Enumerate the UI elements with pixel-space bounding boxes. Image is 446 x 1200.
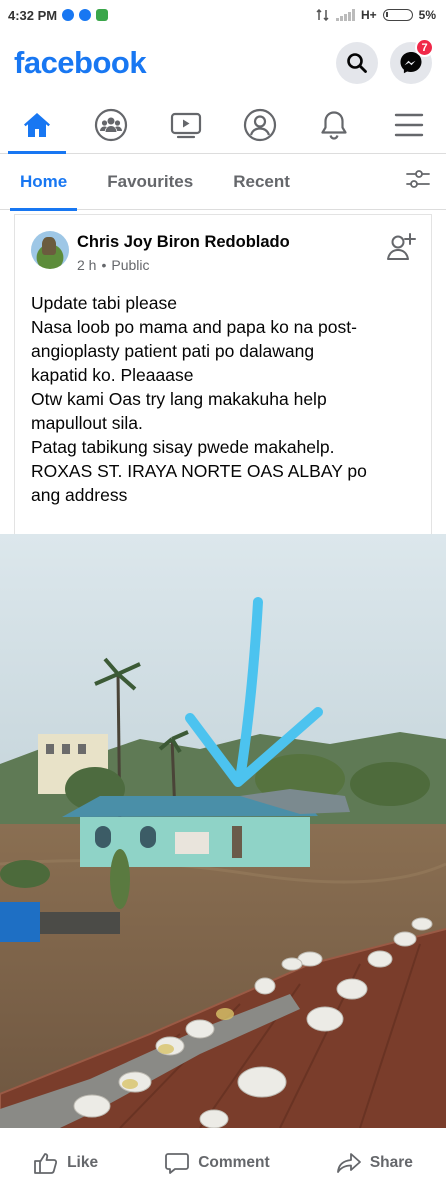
post-actions: Like Comment Share <box>0 1128 446 1200</box>
feed-filters: Home Favourites Recent <box>0 154 446 211</box>
signal-icon <box>335 9 355 21</box>
search-icon <box>347 53 367 73</box>
avatar[interactable] <box>31 231 69 269</box>
app-header: facebook 7 <box>0 30 446 96</box>
like-button[interactable]: Like <box>33 1151 98 1175</box>
post-line: ang address <box>31 485 128 505</box>
facebook-icon <box>62 9 75 21</box>
post-line: Nasa loob po mama and papa ko na post- <box>31 317 357 337</box>
sliders-icon <box>406 170 430 188</box>
filter-favourites[interactable]: Favourites <box>107 154 193 210</box>
whatsapp-icon <box>96 9 109 21</box>
post-line: Update tabi please <box>31 293 177 313</box>
nav-watch[interactable] <box>149 96 223 153</box>
nav-profile[interactable] <box>223 96 297 153</box>
post-photo[interactable] <box>0 534 446 1128</box>
facebook-icon <box>79 9 92 21</box>
post-line: kapatid ko. Pleaaase <box>31 365 194 385</box>
filter-home[interactable]: Home <box>9 154 78 211</box>
add-friend-icon <box>387 233 416 260</box>
messenger-button[interactable]: 7 <box>390 38 434 84</box>
thumbs-up-icon <box>34 1153 58 1174</box>
post-separator: • <box>101 257 107 273</box>
nav-notifications[interactable] <box>297 96 371 153</box>
post-line: Otw kami Oas try lang makakuha help <box>31 389 327 409</box>
post-meta: Chris Joy Biron Redoblado 2 h • Public <box>77 231 385 273</box>
search-button[interactable] <box>336 42 378 84</box>
post-line: angioplasty patient pati po dalawang <box>31 341 315 361</box>
status-left: 4:32 PM <box>8 7 109 23</box>
battery-level: 5% <box>418 8 436 22</box>
add-friend-button[interactable] <box>385 231 417 263</box>
share-label: Share <box>369 1154 413 1171</box>
home-icon <box>24 112 51 137</box>
nav-menu[interactable] <box>372 96 446 153</box>
post-header: Chris Joy Biron Redoblado 2 h • Public <box>15 215 431 273</box>
post-subline: 2 h • Public <box>77 257 385 273</box>
nav-groups[interactable] <box>74 96 148 153</box>
profile-icon <box>244 108 277 141</box>
comment-button[interactable]: Comment <box>164 1151 270 1175</box>
post-body: Update tabi please Nasa loob po mama and… <box>15 273 431 507</box>
groups-icon <box>95 108 128 141</box>
bell-icon <box>321 110 348 140</box>
status-right: H+ 5% <box>316 8 436 22</box>
nav-home[interactable] <box>0 96 74 154</box>
video-icon <box>170 112 201 138</box>
post-card: Chris Joy Biron Redoblado 2 h • Public U… <box>14 214 432 534</box>
facebook-logo[interactable]: facebook <box>14 45 147 81</box>
post-privacy: Public <box>111 257 150 273</box>
battery-icon <box>382 9 413 21</box>
messenger-badge: 7 <box>415 38 434 57</box>
share-icon <box>336 1153 361 1173</box>
post-time[interactable]: 2 h <box>77 257 96 273</box>
filter-recent[interactable]: Recent <box>233 154 290 210</box>
data-transfer-icon <box>316 9 329 21</box>
comment-label: Comment <box>198 1154 270 1171</box>
main-nav <box>0 96 446 154</box>
flood-photo-image <box>0 534 446 1128</box>
post-author[interactable]: Chris Joy Biron Redoblado <box>77 231 385 253</box>
network-type: H+ <box>360 8 377 22</box>
comment-icon <box>165 1153 190 1174</box>
header-actions: 7 <box>336 38 434 84</box>
feed-settings-button[interactable] <box>404 167 432 196</box>
status-time: 4:32 PM <box>8 7 58 23</box>
like-label: Like <box>67 1154 99 1171</box>
post-line: mapullout sila. <box>31 413 143 433</box>
hamburger-menu-icon <box>394 113 423 136</box>
post-line: Patag tabikung sisay pwede makahelp. <box>31 437 335 457</box>
post-line: ROXAS ST. IRAYA NORTE OAS ALBAY po <box>31 461 367 481</box>
status-bar: 4:32 PM H+ 5% <box>0 0 446 30</box>
share-button[interactable]: Share <box>336 1151 413 1175</box>
